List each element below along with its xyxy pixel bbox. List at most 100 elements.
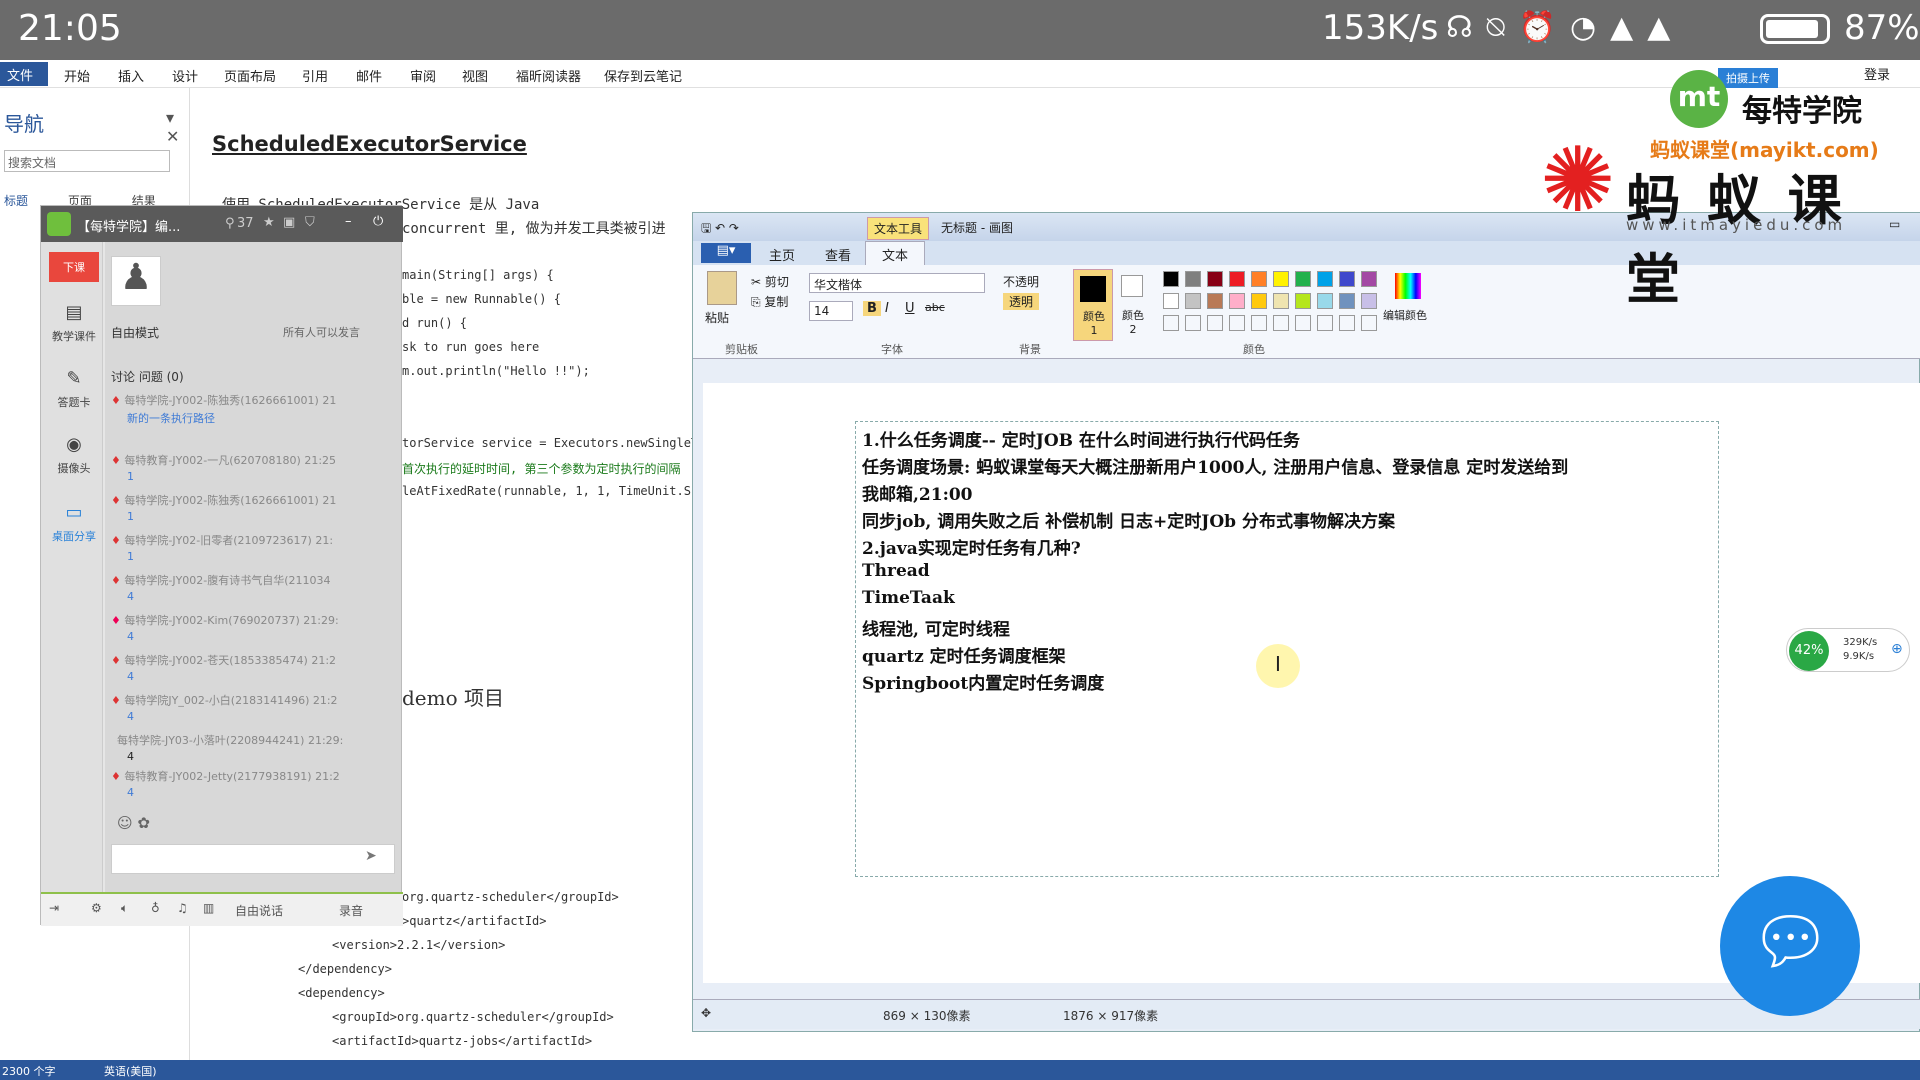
tab-home[interactable]: 主页 xyxy=(769,245,795,264)
color-swatch[interactable] xyxy=(1229,293,1245,309)
tab-text[interactable]: 文本 xyxy=(865,241,925,265)
color-swatch[interactable] xyxy=(1339,271,1355,287)
camera-button[interactable]: 摄像头 xyxy=(49,460,99,476)
menu-insert[interactable]: 插入 xyxy=(118,66,144,85)
brand-big-title: 蚂 蚁 课 堂 xyxy=(1626,169,1846,311)
window-icon[interactable]: ▣ xyxy=(283,215,295,230)
edit-colors-button[interactable]: 编辑颜色 xyxy=(1383,307,1427,323)
menu-file[interactable]: 文件 xyxy=(0,62,48,86)
power-icon[interactable]: ⏻ xyxy=(373,214,383,229)
empty-color-swatch[interactable] xyxy=(1361,315,1377,331)
menu-design[interactable]: 设计 xyxy=(172,66,198,85)
color2-swatch[interactable] xyxy=(1121,275,1143,297)
color-swatch[interactable] xyxy=(1207,293,1223,309)
empty-color-swatch[interactable] xyxy=(1339,315,1355,331)
strikethrough-button[interactable]: abc xyxy=(925,301,945,314)
music-icon[interactable]: ♫ xyxy=(177,901,188,915)
screen-share-icon[interactable]: ▭ xyxy=(49,502,99,523)
cut-button[interactable]: ✂ 剪切 xyxy=(751,273,789,290)
tab-view[interactable]: 查看 xyxy=(825,245,851,264)
color-swatch[interactable] xyxy=(1361,293,1377,309)
menu-references[interactable]: 引用 xyxy=(302,66,328,85)
nav-search-input[interactable]: 搜索文档 xyxy=(4,150,170,172)
color-swatch[interactable] xyxy=(1295,293,1311,309)
network-monitor-widget[interactable]: 42% 329K/s 9.9K/s ⊕ xyxy=(1786,628,1910,672)
empty-color-swatch[interactable] xyxy=(1295,315,1311,331)
color-swatch[interactable] xyxy=(1273,293,1289,309)
camera-icon[interactable]: ◉ xyxy=(49,434,99,455)
text-box[interactable]: 1.什么任务调度-- 定时JOB 在什么时间进行执行代码任务 任务调度场景: 蚂… xyxy=(855,421,1719,877)
menu-home[interactable]: 开始 xyxy=(64,66,90,85)
mixer-icon[interactable]: ▥ xyxy=(203,901,214,915)
courseware-icon[interactable]: ▤ xyxy=(49,302,99,323)
record-button[interactable]: 录音 xyxy=(339,902,363,919)
screen-share-button[interactable]: 桌面分享 xyxy=(49,528,99,544)
color-swatch[interactable] xyxy=(1317,293,1333,309)
copy-button[interactable]: ⎘ 复制 xyxy=(751,293,788,310)
star-icon[interactable]: ★ xyxy=(263,215,275,230)
font-select[interactable]: 华文楷体 xyxy=(809,273,985,293)
color-swatch[interactable] xyxy=(1317,271,1333,287)
paste-button[interactable]: 粘贴 xyxy=(705,309,729,326)
floating-chat-button[interactable]: 💬︎ xyxy=(1720,876,1860,1016)
empty-color-swatch[interactable] xyxy=(1207,315,1223,331)
send-icon[interactable]: ➤ xyxy=(365,848,377,864)
menu-review[interactable]: 审阅 xyxy=(410,66,436,85)
transparent-button[interactable]: 透明 xyxy=(1003,293,1040,310)
settings-icon[interactable]: ⚙ xyxy=(91,901,102,915)
empty-color-swatch[interactable] xyxy=(1273,315,1289,331)
shield-icon[interactable]: ⛉ xyxy=(305,215,315,230)
color-swatch[interactable] xyxy=(1295,271,1311,287)
color1-selector[interactable]: 颜色 1 xyxy=(1073,269,1113,341)
answer-card-button[interactable]: 答题卡 xyxy=(49,394,99,410)
empty-color-swatch[interactable] xyxy=(1163,315,1179,331)
exit-icon[interactable]: ⇥ xyxy=(49,901,59,915)
font-size-select[interactable]: 14 xyxy=(809,301,853,321)
chat-message-text: 1 xyxy=(127,510,134,523)
empty-color-swatch[interactable] xyxy=(1317,315,1333,331)
color-swatch[interactable] xyxy=(1251,271,1267,287)
color-swatch[interactable] xyxy=(1339,293,1355,309)
mic-icon[interactable]: ♁ xyxy=(151,901,160,915)
paint-canvas[interactable]: 1.什么任务调度-- 定时JOB 在什么时间进行执行代码任务 任务调度场景: 蚂… xyxy=(703,383,1920,983)
menu-foxit[interactable]: 福昕阅读器 xyxy=(516,66,581,85)
paint-file-menu[interactable]: ▤▾ xyxy=(701,243,751,263)
answer-card-icon[interactable]: ✎ xyxy=(49,368,99,389)
speaker-icon[interactable]: 🔈︎ xyxy=(121,901,128,916)
italic-button[interactable]: I xyxy=(885,301,889,316)
color-swatch[interactable] xyxy=(1185,271,1201,287)
menu-layout[interactable]: 页面布局 xyxy=(224,66,276,85)
mode-selector[interactable]: 自由模式 xyxy=(111,324,159,341)
courseware-button[interactable]: 教学课件 xyxy=(49,328,99,344)
empty-color-swatch[interactable] xyxy=(1229,315,1245,331)
underline-button[interactable]: U xyxy=(905,301,915,316)
plus-icon[interactable]: ⊕ xyxy=(1891,641,1903,657)
color2-label: 颜色 2 xyxy=(1122,309,1144,336)
color-swatch[interactable] xyxy=(1207,271,1223,287)
emoji-icon[interactable]: ☺ ✿ xyxy=(117,814,150,832)
chat-input[interactable] xyxy=(111,844,395,874)
color-swatch[interactable] xyxy=(1163,271,1179,287)
close-icon[interactable]: ▾ ✕ xyxy=(166,108,189,146)
edit-colors-icon[interactable] xyxy=(1395,273,1421,299)
menu-view[interactable]: 视图 xyxy=(462,66,488,85)
menu-mailings[interactable]: 邮件 xyxy=(356,66,382,85)
empty-color-swatch[interactable] xyxy=(1251,315,1267,331)
quick-access-icon[interactable]: 🖫︎ ↶ ↷ xyxy=(701,219,739,240)
end-class-button[interactable]: 下课 xyxy=(49,252,99,282)
chat-tabs[interactable]: 讨论 问题 (0) xyxy=(111,368,184,385)
color-swatch[interactable] xyxy=(1185,293,1201,309)
opaque-button[interactable]: 不透明 xyxy=(1003,273,1039,290)
bold-button[interactable]: B xyxy=(863,301,881,316)
empty-color-swatch[interactable] xyxy=(1185,315,1201,331)
color-swatch[interactable] xyxy=(1273,271,1289,287)
menu-cloud-note[interactable]: 保存到云笔记 xyxy=(604,66,682,85)
color-swatch[interactable] xyxy=(1361,271,1377,287)
color-swatch[interactable] xyxy=(1229,271,1245,287)
color-swatch[interactable] xyxy=(1251,293,1267,309)
color-swatch[interactable] xyxy=(1163,293,1179,309)
paste-icon[interactable] xyxy=(707,271,737,305)
nav-tab-headings[interactable]: 标题 xyxy=(4,194,28,208)
free-talk-button[interactable]: 自由说话 xyxy=(235,902,283,919)
minimize-icon[interactable]: – xyxy=(345,214,352,229)
